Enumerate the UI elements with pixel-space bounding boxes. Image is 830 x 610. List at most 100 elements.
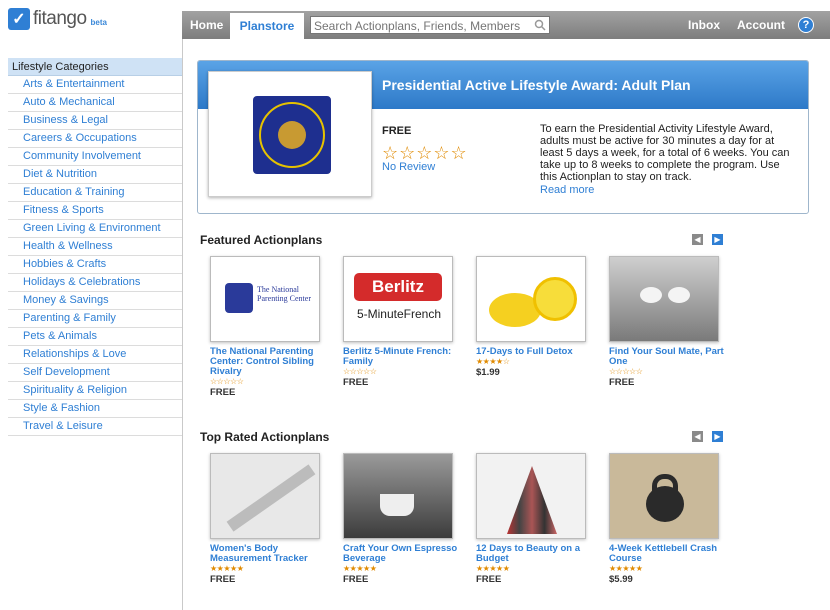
hero-review-link[interactable]: No Review	[382, 161, 435, 173]
plan-card[interactable]: 4-Week Kettlebell Crash Course ★★★★★ $5.…	[609, 453, 733, 586]
parenting-logo-icon	[225, 283, 253, 313]
plan-stars: ☆☆☆☆☆	[609, 367, 643, 376]
sidebar-item-community[interactable]: Community Involvement	[8, 148, 182, 166]
sidebar-item-arts[interactable]: Arts & Entertainment	[8, 76, 182, 94]
plan-thumbnail[interactable]	[210, 453, 320, 539]
plan-title[interactable]: 4-Week Kettlebell Crash Course	[609, 544, 733, 564]
berlitz-subtitle: 5-MinuteFrench	[356, 307, 442, 321]
featured-plan-hero: Presidential Active Lifestyle Award: Adu…	[197, 60, 809, 214]
plan-title[interactable]: The National Parenting Center: Control S…	[210, 347, 334, 377]
plan-price: FREE	[476, 574, 502, 585]
plan-title[interactable]: Find Your Soul Mate, Part One	[609, 347, 733, 367]
top-nav-bar: Home Planstore Inbox Account ?	[182, 11, 830, 39]
sidebar-item-holidays[interactable]: Holidays & Celebrations	[8, 274, 182, 292]
plan-card[interactable]: Berlitz 5-MinuteFrench Berlitz 5-Minute …	[343, 256, 467, 389]
category-sidebar: Lifestyle Categories Arts & Entertainmen…	[8, 58, 182, 436]
search-icon[interactable]	[534, 19, 546, 31]
content-divider	[182, 39, 183, 610]
sidebar-item-relationships[interactable]: Relationships & Love	[8, 346, 182, 364]
plan-title[interactable]: Women's Body Measurement Tracker	[210, 544, 334, 564]
sidebar-item-business[interactable]: Business & Legal	[8, 112, 182, 130]
sidebar-item-self-development[interactable]: Self Development	[8, 364, 182, 382]
plan-title[interactable]: Berlitz 5-Minute French: Family	[343, 347, 467, 367]
plan-price: FREE	[210, 387, 236, 398]
fitango-logo[interactable]: ✓ fitango beta	[8, 8, 107, 30]
sidebar-item-hobbies[interactable]: Hobbies & Crafts	[8, 256, 182, 274]
espresso-cup-image	[380, 494, 414, 516]
sidebar-item-fitness[interactable]: Fitness & Sports	[8, 202, 182, 220]
sidebar-item-parenting[interactable]: Parenting & Family	[8, 310, 182, 328]
top-rated-section-title: Top Rated Actionplans	[200, 430, 330, 444]
sidebar-item-diet[interactable]: Diet & Nutrition	[8, 166, 182, 184]
plan-stars: ★★★★☆	[476, 357, 510, 366]
sidebar-item-green[interactable]: Green Living & Environment	[8, 220, 182, 238]
nav-planstore[interactable]: Planstore	[230, 13, 304, 39]
plan-thumbnail[interactable]	[609, 256, 719, 342]
swan-image	[640, 287, 662, 303]
plan-thumbnail[interactable]	[343, 453, 453, 539]
award-seal-image	[253, 96, 331, 174]
plan-stars: ★★★★★	[210, 564, 244, 573]
hero-description: To earn the Presidential Activity Lifest…	[540, 123, 790, 183]
beta-badge: beta	[90, 17, 107, 27]
sidebar-item-money[interactable]: Money & Savings	[8, 292, 182, 310]
plan-price: $1.99	[476, 367, 500, 378]
checkmark-icon: ✓	[8, 8, 30, 30]
sidebar-item-style[interactable]: Style & Fashion	[8, 400, 182, 418]
plan-thumbnail[interactable]	[476, 453, 586, 539]
plan-thumbnail[interactable]	[609, 453, 719, 539]
sidebar-item-travel[interactable]: Travel & Leisure	[8, 418, 182, 436]
plan-price: FREE	[343, 377, 369, 388]
plan-card[interactable]: Women's Body Measurement Tracker ★★★★★ F…	[210, 453, 334, 586]
help-icon[interactable]: ?	[798, 17, 814, 33]
sidebar-item-health[interactable]: Health & Wellness	[8, 238, 182, 256]
kettlebell-handle	[652, 474, 678, 492]
eagle-icon	[278, 121, 306, 149]
sidebar-item-education[interactable]: Education & Training	[8, 184, 182, 202]
nav-home[interactable]: Home	[182, 11, 231, 39]
sidebar-item-auto[interactable]: Auto & Mechanical	[8, 94, 182, 112]
nav-inbox[interactable]: Inbox	[688, 11, 720, 39]
top-rated-next-arrow[interactable]: ▶	[712, 431, 723, 442]
plan-card[interactable]: 17-Days to Full Detox ★★★★☆ $1.99	[476, 256, 600, 379]
plan-card[interactable]: 12 Days to Beauty on a Budget ★★★★★ FREE	[476, 453, 600, 586]
featured-section-title: Featured Actionplans	[200, 233, 323, 247]
plan-thumbnail[interactable]: Berlitz 5-MinuteFrench	[343, 256, 453, 342]
top-rated-prev-arrow[interactable]: ◀	[692, 431, 703, 442]
swan-image	[668, 287, 690, 303]
measuring-tape-image	[226, 464, 316, 532]
plan-price: $5.99	[609, 574, 633, 585]
logo-text: fitango	[33, 8, 87, 29]
search-box	[310, 16, 550, 34]
sidebar-header: Lifestyle Categories	[8, 58, 182, 76]
plan-thumbnail[interactable]	[476, 256, 586, 342]
plan-price: FREE	[343, 574, 369, 585]
search-input[interactable]	[311, 18, 529, 34]
plan-title[interactable]: 17-Days to Full Detox	[476, 347, 600, 357]
hero-title[interactable]: Presidential Active Lifestyle Award: Adu…	[382, 77, 691, 93]
sidebar-item-pets[interactable]: Pets & Animals	[8, 328, 182, 346]
sidebar-item-spirituality[interactable]: Spirituality & Religion	[8, 382, 182, 400]
sidebar-item-careers[interactable]: Careers & Occupations	[8, 130, 182, 148]
plan-price: FREE	[210, 574, 236, 585]
plan-card[interactable]: Find Your Soul Mate, Part One ☆☆☆☆☆ FREE	[609, 256, 733, 389]
plan-stars: ★★★★★	[609, 564, 643, 573]
plan-title[interactable]: Craft Your Own Espresso Beverage	[343, 544, 467, 564]
plan-stars: ★★★★★	[476, 564, 510, 573]
hero-image[interactable]	[208, 71, 372, 197]
berlitz-logo: Berlitz	[354, 273, 442, 301]
plan-card[interactable]: Craft Your Own Espresso Beverage ★★★★★ F…	[343, 453, 467, 586]
plan-title[interactable]: 12 Days to Beauty on a Budget	[476, 544, 600, 564]
cosmetics-image	[507, 466, 557, 534]
nav-account[interactable]: Account	[737, 11, 785, 39]
plan-price: FREE	[609, 377, 635, 388]
plan-stars: ☆☆☆☆☆	[210, 377, 244, 386]
plan-card[interactable]: The National Parenting Center The Nation…	[210, 256, 334, 399]
plan-stars: ☆☆☆☆☆	[343, 367, 377, 376]
read-more-link[interactable]: Read more	[540, 184, 594, 196]
featured-prev-arrow[interactable]: ◀	[692, 234, 703, 245]
plan-thumbnail[interactable]: The National Parenting Center	[210, 256, 320, 342]
featured-next-arrow[interactable]: ▶	[712, 234, 723, 245]
lemon-slice-image	[533, 277, 577, 321]
hero-price: FREE	[382, 125, 412, 137]
